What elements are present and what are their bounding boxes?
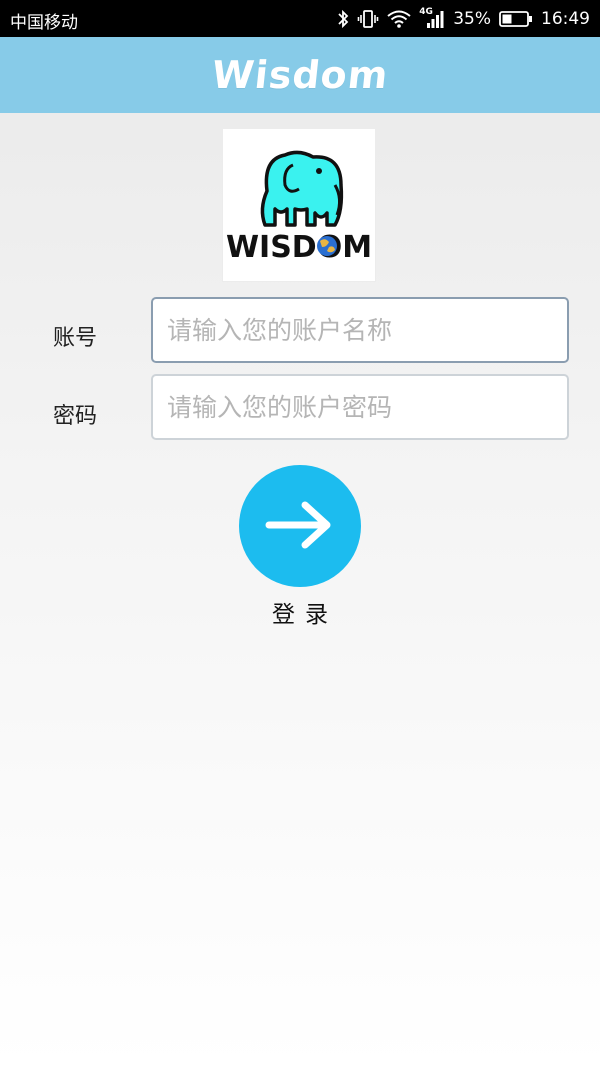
status-icons: 4G 35% 16:49 <box>337 0 590 37</box>
password-input[interactable] <box>151 374 569 440</box>
status-bar: 中国移动 4G 35% 16:49 <box>0 0 600 37</box>
app-logo: WISDOM <box>223 129 375 281</box>
carrier-label: 中国移动 <box>10 13 78 33</box>
wifi-icon <box>387 9 411 29</box>
vibrate-icon <box>357 9 379 29</box>
app-header: Wisdom <box>0 37 600 113</box>
account-input[interactable] <box>151 297 569 363</box>
logo-text: WISDOM <box>226 230 372 265</box>
login-button[interactable] <box>239 465 361 587</box>
password-label: 密码 <box>52 404 97 429</box>
globe-icon <box>317 236 337 256</box>
bluetooth-icon <box>337 9 349 29</box>
clock: 16:49 <box>541 8 590 29</box>
elephant-icon <box>260 150 344 227</box>
cellular-signal-icon: 4G <box>419 7 445 30</box>
battery-icon <box>499 10 533 28</box>
app-title: Wisdom <box>209 53 391 97</box>
battery-percent: 35% <box>453 8 491 29</box>
arrow-right-icon <box>265 500 335 553</box>
login-label[interactable]: 登录 <box>0 595 600 629</box>
account-label: 账号 <box>52 326 97 351</box>
